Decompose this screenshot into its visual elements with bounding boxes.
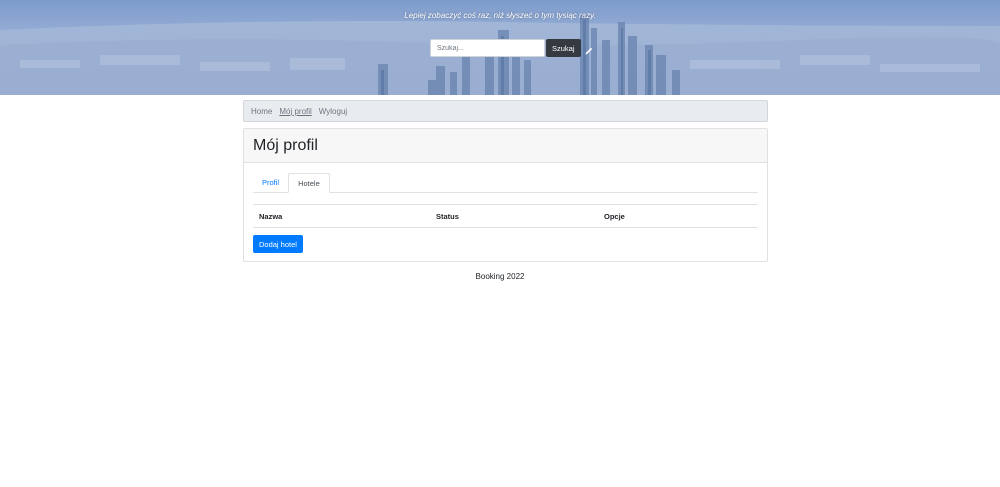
breadcrumb: Home Mój profil Wyloguj [243, 100, 768, 122]
add-hotel-button[interactable]: Dodaj hotel [253, 235, 303, 253]
profile-tabs: Profil Hotele [253, 173, 758, 193]
footer-text: Booking 2022 [475, 272, 525, 281]
column-header-options: Opcje [604, 212, 625, 221]
column-header-status: Status [436, 212, 459, 221]
tagline: Lepiej zobaczyć coś raz, niż słyszeć o t… [404, 11, 596, 20]
search-input[interactable] [430, 39, 545, 57]
page-title: Mój profil [253, 136, 318, 154]
breadcrumb-logout-link[interactable]: Wyloguj [319, 107, 347, 116]
pencil-icon[interactable] [584, 43, 594, 55]
card-header: Mój profil [244, 129, 767, 163]
hotels-table-header: Nazwa Status Opcje [253, 204, 758, 228]
profile-card: Mój profil Profil Hotele Nazwa Status Op… [243, 128, 768, 262]
column-header-name: Nazwa [259, 212, 283, 221]
search-button[interactable]: Szukaj [546, 39, 581, 57]
hero-banner: Lepiej zobaczyć coś raz, niż słyszeć o t… [0, 0, 1000, 95]
tab-hotele[interactable]: Hotele [288, 173, 330, 193]
breadcrumb-my-profile-link[interactable]: Mój profil [279, 107, 311, 116]
search-form: Szukaj [430, 39, 594, 57]
breadcrumb-home-link[interactable]: Home [251, 107, 272, 116]
tab-profil[interactable]: Profil [253, 173, 288, 192]
